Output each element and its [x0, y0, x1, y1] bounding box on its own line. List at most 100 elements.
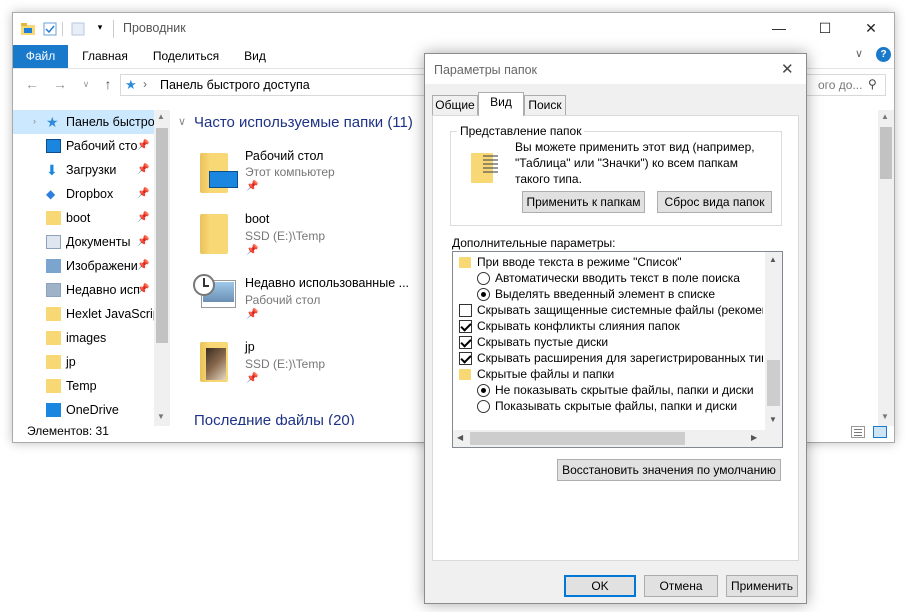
radio-button[interactable]	[477, 400, 490, 413]
settings-radio[interactable]: Автоматически вводить текст в поле поиск…	[453, 270, 763, 286]
address-bar[interactable]: ★ › Панель быстрого доступа	[120, 74, 425, 96]
nav-item[interactable]: jp	[13, 350, 155, 374]
item-title[interactable]: Недавно использованные ...	[245, 276, 409, 290]
nav-item[interactable]: Недавно исп 📌	[13, 278, 155, 302]
nav-scrollbar-thumb[interactable]	[156, 128, 168, 343]
radio-button[interactable]	[477, 288, 490, 301]
settings-checkbox[interactable]: Скрывать расширения для зарегистрированн…	[453, 350, 763, 366]
customize-quick-access-icon[interactable]: ▾	[93, 22, 107, 36]
recent-files-header[interactable]: Последние файлы (20)	[194, 412, 355, 425]
nav-item-label: Рабочий сто	[66, 139, 138, 153]
settings-checkbox[interactable]: Скрывать конфликты слияния папок	[453, 318, 763, 334]
nav-item[interactable]: Изображени 📌	[13, 254, 155, 278]
advanced-settings-list[interactable]: При вводе текста в режиме "Список" Автома…	[452, 251, 783, 448]
ribbon-tab-share[interactable]: Поделиться	[146, 45, 226, 68]
collapse-group-icon[interactable]: ∨	[178, 115, 186, 128]
radio-button[interactable]	[477, 272, 490, 285]
details-view-icon[interactable]	[851, 426, 865, 438]
nav-item-label: Недавно исп	[66, 283, 140, 297]
settings-checkbox[interactable]: Скрывать пустые диски	[453, 334, 763, 350]
list-vscrollbar[interactable]: ▲ ▼	[765, 252, 782, 430]
settings-radio[interactable]: Выделять введенный элемент в списке	[453, 286, 763, 302]
settings-option-label: Скрывать расширения для зарегистрированн…	[477, 351, 763, 365]
apply-button[interactable]: Применить	[726, 575, 798, 597]
nav-scrollbar[interactable]: ▲ ▼	[154, 110, 170, 426]
settings-option-label: Не показывать скрытые файлы, папки и дис…	[495, 383, 754, 397]
checkbox[interactable]	[459, 320, 472, 333]
nav-item[interactable]: Рабочий сто 📌	[13, 134, 155, 158]
jp-folder-icon[interactable]	[200, 342, 230, 388]
ribbon-tab-file[interactable]: Файл	[13, 45, 68, 68]
radio-button[interactable]	[477, 384, 490, 397]
nav-item[interactable]: Документы 📌	[13, 230, 155, 254]
nav-item[interactable]: images	[13, 326, 155, 350]
settings-group[interactable]: При вводе текста в режиме "Список"	[453, 254, 763, 270]
help-icon[interactable]: ?	[876, 47, 891, 62]
settings-radio[interactable]: Не показывать скрытые файлы, папки и дис…	[453, 382, 763, 398]
nav-item[interactable]: OneDrive	[13, 398, 155, 422]
pin-icon: 📌	[137, 212, 150, 223]
nav-item-label: images	[66, 331, 107, 345]
tab-search[interactable]: Поиск	[524, 95, 566, 115]
expand-chevron-icon[interactable]: ›	[33, 116, 36, 126]
boot-folder-icon[interactable]	[200, 214, 228, 254]
properties-quick-icon[interactable]	[43, 22, 63, 36]
close-window-button[interactable]: ✕	[848, 13, 894, 43]
up-button[interactable]: ↑	[97, 73, 119, 95]
checkbox[interactable]	[459, 336, 472, 349]
settings-option-label: При вводе текста в режиме "Список"	[477, 255, 682, 269]
dialog-close-icon[interactable]: ✕	[781, 60, 794, 78]
settings-radio[interactable]: Показывать скрытые файлы, папки и диски	[453, 398, 763, 414]
tab-view[interactable]: Вид	[478, 92, 524, 116]
content-scrollbar[interactable]: ▲ ▼	[878, 110, 894, 426]
maximize-button[interactable]: ☐	[802, 13, 848, 43]
tab-general[interactable]: Общие	[432, 95, 478, 115]
view-tab-page: Представление папок Вы можете применить …	[432, 115, 799, 561]
navigation-pane: ★Панель быстрогоРабочий сто📌⬇Загрузки📌◆D…	[13, 110, 170, 426]
settings-option-label: Показывать скрытые файлы, папки и диски	[495, 399, 738, 413]
nav-item[interactable]: Hexlet JavaScript	[13, 302, 155, 326]
explorer-app-icon	[21, 22, 35, 36]
restore-defaults-button[interactable]: Восстановить значения по умолчанию	[557, 459, 781, 481]
forward-button[interactable]: →	[49, 73, 71, 95]
checkbox[interactable]	[459, 352, 472, 365]
back-button[interactable]: ←	[21, 73, 43, 95]
tiles-view-icon[interactable]	[873, 426, 887, 438]
recent-places-icon[interactable]	[193, 274, 241, 322]
nav-item[interactable]: ◆ Dropbox 📌	[13, 182, 155, 206]
checkbox[interactable]	[459, 304, 472, 317]
new-folder-quick-icon[interactable]	[71, 22, 85, 36]
nav-item[interactable]: boot 📌	[13, 206, 155, 230]
list-hscrollbar-thumb[interactable]	[470, 432, 685, 445]
list-vscrollbar-thumb[interactable]	[767, 360, 780, 406]
apply-to-folders-button[interactable]: Применить к папкам	[522, 191, 645, 213]
item-title[interactable]: boot	[245, 212, 269, 226]
item-title[interactable]: Рабочий стол	[245, 149, 323, 163]
recent-files-header-clip: Последние файлы (20)	[194, 412, 394, 425]
search-icon: ⚲	[868, 77, 877, 91]
settings-checkbox[interactable]: Скрывать защищенные системные файлы (рек…	[453, 302, 763, 318]
content-scrollbar-thumb[interactable]	[880, 127, 892, 179]
folder-icon	[46, 211, 61, 225]
pin-icon: 📌	[246, 181, 259, 192]
settings-option-label: Скрывать конфликты слияния папок	[477, 319, 680, 333]
settings-group[interactable]: Скрытые файлы и папки	[453, 366, 763, 382]
cancel-button[interactable]: Отмена	[644, 575, 718, 597]
frequent-folders-header[interactable]: Часто используемые папки (11)	[194, 114, 413, 131]
ribbon-tab-view[interactable]: Вид	[237, 45, 273, 68]
reset-folders-button[interactable]: Сброс вида папок	[657, 191, 772, 213]
minimize-button[interactable]: —	[756, 13, 802, 43]
ok-button[interactable]: OK	[564, 575, 636, 597]
folder-icon	[46, 307, 61, 321]
nav-item[interactable]: Temp	[13, 374, 155, 398]
recent-locations-icon[interactable]: ∨	[75, 73, 97, 95]
item-title[interactable]: jp	[245, 340, 255, 354]
settings-option-label: Скрывать защищенные системные файлы (рек…	[477, 303, 763, 317]
ribbon-tab-home[interactable]: Главная	[73, 45, 137, 68]
folder-view-icon	[467, 152, 498, 183]
desktop-folder-icon[interactable]	[200, 153, 240, 193]
list-hscrollbar[interactable]: ◀ ▶	[453, 430, 765, 447]
nav-item[interactable]: ⬇ Загрузки 📌	[13, 158, 155, 182]
expand-ribbon-icon[interactable]: ∨	[855, 47, 863, 60]
folder-icon	[46, 331, 61, 345]
